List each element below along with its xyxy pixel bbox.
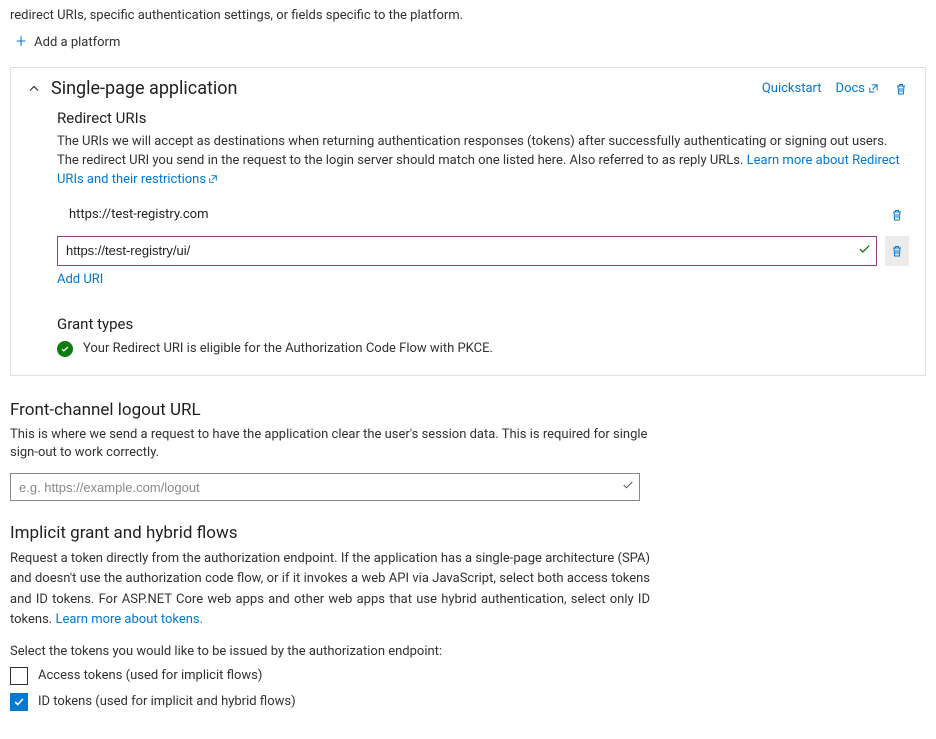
front-channel-title: Front-channel logout URL xyxy=(10,400,926,420)
spa-panel-title: Single-page application xyxy=(51,78,237,99)
checkbox-box xyxy=(10,667,28,685)
delete-uri-button[interactable] xyxy=(885,236,909,266)
front-channel-section: Front-channel logout URL This is where w… xyxy=(10,400,926,502)
logout-url-input[interactable] xyxy=(10,473,640,501)
add-platform-label: Add a platform xyxy=(34,35,120,50)
external-link-icon xyxy=(208,174,218,184)
docs-link[interactable]: Docs xyxy=(836,81,879,96)
grant-status-text: Your Redirect URI is eligible for the Au… xyxy=(83,341,493,356)
access-tokens-checkbox[interactable]: Access tokens (used for implicit flows) xyxy=(10,667,926,685)
access-tokens-label: Access tokens (used for implicit flows) xyxy=(38,668,262,683)
redirect-uri-row xyxy=(57,236,909,266)
spa-panel: Single-page application Quickstart Docs … xyxy=(10,67,926,376)
redirect-uri-input[interactable] xyxy=(57,236,877,266)
grant-status-row: Your Redirect URI is eligible for the Au… xyxy=(57,341,909,357)
delete-uri-button[interactable] xyxy=(885,200,909,230)
select-tokens-label: Select the tokens you would like to be i… xyxy=(10,644,926,659)
implicit-section: Implicit grant and hybrid flows Request … xyxy=(10,523,926,711)
add-uri-button[interactable]: Add URI xyxy=(57,272,909,287)
add-platform-button[interactable]: + Add a platform xyxy=(16,33,926,51)
external-link-icon xyxy=(868,83,879,94)
docs-link-label: Docs xyxy=(836,81,865,96)
redirect-uri-value[interactable]: https://test-registry.com xyxy=(57,203,877,226)
plus-icon: + xyxy=(16,33,26,51)
redirect-uris-heading: Redirect URIs xyxy=(57,109,909,127)
implicit-learn-more-link[interactable]: Learn more about tokens. xyxy=(55,612,203,627)
intro-text-fragment: redirect URIs, specific authentication s… xyxy=(10,8,926,23)
redirect-uri-list: https://test-registry.com xyxy=(57,200,909,266)
redirect-uri-row: https://test-registry.com xyxy=(57,200,909,230)
spa-panel-header: Single-page application Quickstart Docs xyxy=(27,78,909,99)
implicit-title: Implicit grant and hybrid flows xyxy=(10,523,926,543)
redirect-uris-description: The URIs we will accept as destinations … xyxy=(57,133,909,190)
quickstart-link[interactable]: Quickstart xyxy=(762,81,822,96)
collapse-chevron-icon[interactable] xyxy=(27,82,41,96)
implicit-description: Request a token directly from the author… xyxy=(10,549,650,630)
success-check-icon xyxy=(57,341,73,357)
delete-platform-button[interactable] xyxy=(893,81,909,97)
front-channel-description: This is where we send a request to have … xyxy=(10,426,650,464)
grant-types-heading: Grant types xyxy=(57,315,909,333)
